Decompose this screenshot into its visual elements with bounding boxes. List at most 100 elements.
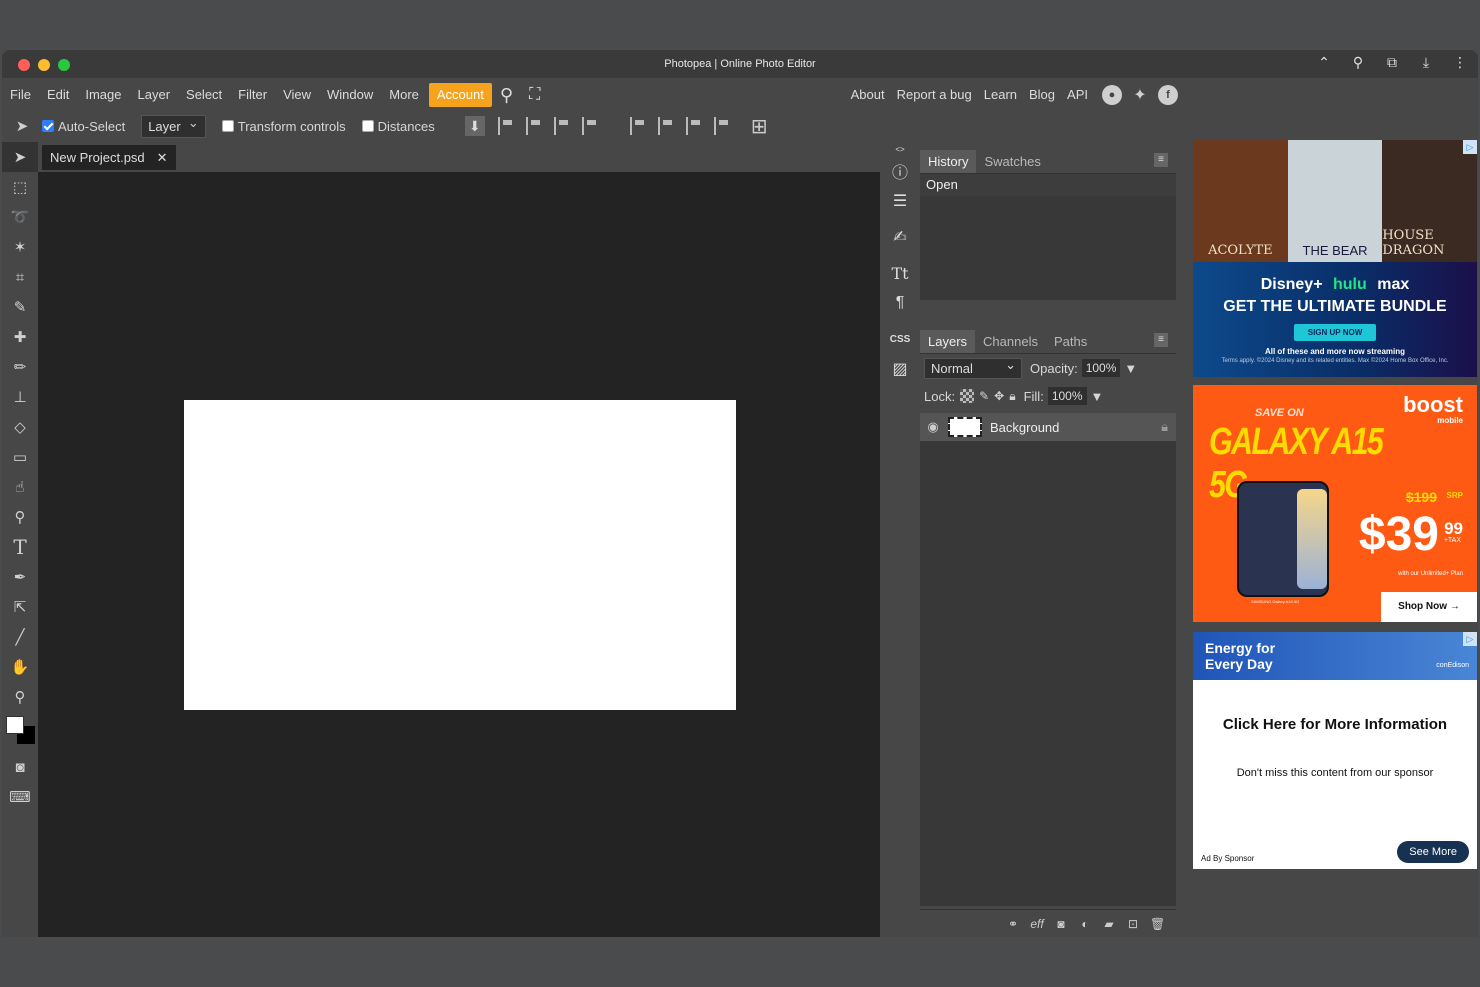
info-icon[interactable]: ⓘ xyxy=(880,156,920,186)
dodge-tool-icon[interactable]: ⚲ xyxy=(2,502,38,532)
zoom-icon[interactable]: ⚲ xyxy=(1350,54,1366,71)
canvas[interactable] xyxy=(184,400,736,710)
brush-settings-icon[interactable]: ✍ xyxy=(880,222,920,252)
see-more-button[interactable]: See More xyxy=(1397,841,1469,863)
shop-now-button[interactable]: Shop Now → xyxy=(1381,592,1477,622)
layer-select[interactable]: Layer xyxy=(141,114,206,138)
transform-controls-checkbox[interactable]: Transform controls xyxy=(221,119,346,134)
brush-tool-icon[interactable]: ✏ xyxy=(2,352,38,382)
document-tab[interactable]: New Project.psd ✕ xyxy=(42,145,176,170)
line-tool-icon[interactable]: ╱ xyxy=(2,622,38,652)
extensions-icon[interactable]: ⧉ xyxy=(1384,54,1400,71)
reddit-icon[interactable]: ● xyxy=(1102,85,1122,105)
menu-view[interactable]: View xyxy=(275,83,319,107)
fill-dropdown-icon[interactable]: ▼ xyxy=(1091,389,1104,404)
adchoices-icon[interactable]: ▷ xyxy=(1463,632,1477,646)
workspace[interactable] xyxy=(38,172,880,937)
download-layer-icon[interactable]: ⬇ xyxy=(464,116,485,136)
zoom-tool-icon[interactable]: ⚲ xyxy=(2,682,38,712)
menu-learn[interactable]: Learn xyxy=(978,83,1023,107)
distances-checkbox[interactable]: Distances xyxy=(361,119,435,134)
adjustment-layer-icon[interactable]: ◐ xyxy=(1078,917,1092,931)
ad-headline[interactable]: Click Here for More Information xyxy=(1193,716,1477,733)
new-group-icon[interactable]: ▰ xyxy=(1102,917,1116,931)
paragraph-icon[interactable]: ¶ xyxy=(880,288,920,318)
hand-tool-icon[interactable]: ✋ xyxy=(2,652,38,682)
adchoices-icon[interactable]: ▷ xyxy=(1463,140,1477,154)
menu-api[interactable]: API xyxy=(1061,83,1094,107)
menu-layer[interactable]: Layer xyxy=(130,83,179,107)
lock-transparency-icon[interactable] xyxy=(960,389,975,403)
search-icon[interactable]: ⚲ xyxy=(492,83,521,107)
boost-mobile-ad[interactable]: SAVE ON GALAXY A15 5G boost mobile SAMSU… xyxy=(1193,385,1477,622)
auto-select-checkbox[interactable]: Auto-Select xyxy=(42,119,125,134)
download-icon[interactable]: ⤓ xyxy=(1418,54,1434,71)
path-select-tool-icon[interactable]: ⇱ xyxy=(2,592,38,622)
foreground-color-swatch[interactable] xyxy=(6,716,24,734)
panel-menu-icon[interactable]: ≡ xyxy=(1154,333,1168,347)
distribute-h-icon[interactable] xyxy=(581,117,600,135)
eyedropper-tool-icon[interactable]: ✎ xyxy=(2,292,38,322)
distribute-v-icon[interactable] xyxy=(713,117,732,135)
menu-window[interactable]: Window xyxy=(319,83,381,107)
link-layers-icon[interactable]: ⚭ xyxy=(1006,917,1020,931)
panel-menu-icon[interactable]: ≡ xyxy=(1154,153,1168,167)
move-tool-icon[interactable]: ➤ xyxy=(2,142,38,172)
healing-brush-tool-icon[interactable]: ✚ xyxy=(2,322,38,352)
css-icon[interactable]: CSS xyxy=(880,324,920,354)
layer-mask-icon[interactable]: ◙ xyxy=(1054,917,1068,931)
tab-channels[interactable]: Channels xyxy=(975,330,1046,353)
magic-wand-tool-icon[interactable]: ✶ xyxy=(2,232,38,262)
expand-panels-icon[interactable]: <> xyxy=(880,142,920,156)
clone-stamp-tool-icon[interactable]: ⊥ xyxy=(2,382,38,412)
blend-mode-select[interactable]: Normal xyxy=(924,357,1022,379)
menu-more[interactable]: More xyxy=(381,83,427,107)
image-icon[interactable]: ▨ xyxy=(880,354,920,384)
type-tool-icon[interactable]: T xyxy=(2,532,38,562)
character-icon[interactable]: Tt xyxy=(880,258,920,288)
menu-edit[interactable]: Edit xyxy=(39,83,77,107)
menu-file[interactable]: File xyxy=(2,83,39,107)
menu-filter[interactable]: Filter xyxy=(230,83,275,107)
lock-pixels-icon[interactable]: ✎ xyxy=(979,389,989,403)
align-right-icon[interactable] xyxy=(553,117,572,135)
menu-blog[interactable]: Blog xyxy=(1023,83,1061,107)
keyboard-icon[interactable]: ⌨ xyxy=(2,782,38,812)
more-menu-icon[interactable]: ⋮ xyxy=(1452,54,1468,71)
pen-tool-icon[interactable]: ✒ xyxy=(2,562,38,592)
lock-all-icon[interactable]: 🔒︎ xyxy=(1009,389,1015,404)
align-top-icon[interactable] xyxy=(629,117,648,135)
align-left-icon[interactable] xyxy=(497,117,516,135)
facebook-icon[interactable]: f xyxy=(1158,85,1178,105)
smudge-tool-icon[interactable]: ☝ xyxy=(2,472,38,502)
align-center-h-icon[interactable] xyxy=(525,117,544,135)
lasso-tool-icon[interactable]: ➰ xyxy=(2,202,38,232)
opacity-dropdown-icon[interactable]: ▼ xyxy=(1124,361,1137,376)
account-button[interactable]: Account xyxy=(428,83,492,107)
adjustments-icon[interactable]: ☰ xyxy=(880,186,920,216)
tab-layers[interactable]: Layers xyxy=(920,330,976,353)
menu-report-bug[interactable]: Report a bug xyxy=(891,83,978,107)
align-bottom-icon[interactable] xyxy=(685,117,704,135)
tab-swatches[interactable]: Swatches xyxy=(976,150,1048,173)
fullscreen-icon[interactable]: ⛶ xyxy=(521,83,548,107)
layer-effects-icon[interactable]: eff xyxy=(1030,917,1044,931)
menu-select[interactable]: Select xyxy=(178,83,230,107)
fill-input[interactable]: 100% xyxy=(1047,387,1087,405)
menu-about[interactable]: About xyxy=(845,83,891,107)
checkbox-checked-icon[interactable] xyxy=(42,120,54,132)
color-swatches[interactable] xyxy=(2,712,38,752)
twitter-icon[interactable]: ✦ xyxy=(1130,85,1150,105)
chevron-up-icon[interactable]: ⌃ xyxy=(1316,54,1332,71)
new-layer-icon[interactable]: ⊡ xyxy=(1126,917,1140,931)
sign-up-button[interactable]: SIGN UP NOW xyxy=(1293,324,1377,341)
tab-history[interactable]: History xyxy=(920,150,977,173)
opacity-input[interactable]: 100% xyxy=(1081,359,1121,377)
eye-icon[interactable]: ◉ xyxy=(920,419,946,435)
crop-tool-icon[interactable]: ⌗ xyxy=(2,262,38,292)
grid-icon[interactable]: ⊞ xyxy=(751,114,768,139)
conedison-ad[interactable]: Energy for Every Day conEdison ▷ Click H… xyxy=(1193,632,1477,869)
gradient-tool-icon[interactable]: ▭ xyxy=(2,442,38,472)
checkbox-icon[interactable] xyxy=(221,120,234,132)
quick-mask-icon[interactable]: ◙ xyxy=(2,752,38,782)
